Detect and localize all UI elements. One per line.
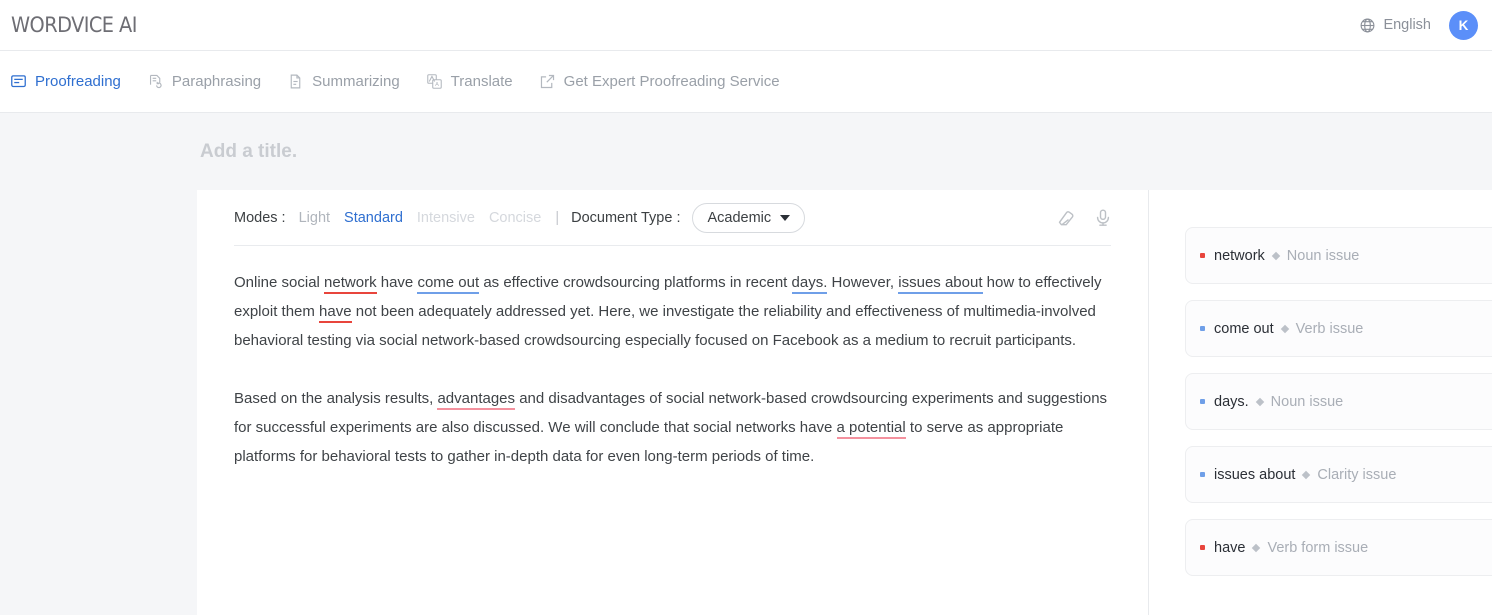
suggestion-issue: Verb issue	[1296, 321, 1364, 337]
tab-label: Get Expert Proofreading Service	[564, 73, 780, 90]
severity-dot-icon	[1200, 545, 1205, 550]
paraphrasing-icon	[147, 73, 164, 90]
proofreading-icon	[10, 73, 27, 90]
suggestion-issue: Clarity issue	[1317, 467, 1396, 483]
document-body[interactable]: Online social network have come out as e…	[197, 246, 1148, 471]
suggestion-word: days.	[1214, 394, 1249, 410]
app-header: WORDVICE AI English K	[0, 0, 1492, 51]
severity-dot-icon	[1200, 253, 1205, 258]
tab-label: Summarizing	[312, 73, 400, 90]
tab-label: Translate	[451, 73, 513, 90]
mode-light[interactable]: Light	[299, 210, 330, 226]
suggestion-card[interactable]: have Verb form issue	[1185, 519, 1492, 576]
issue-have[interactable]: have	[319, 303, 352, 323]
suggestion-issue: Verb form issue	[1267, 540, 1368, 556]
diamond-separator-icon	[1272, 251, 1280, 259]
toolbar-icons	[1056, 208, 1113, 228]
doctype-dropdown[interactable]: Academic	[692, 203, 805, 233]
diamond-separator-icon	[1280, 324, 1288, 332]
tab-label: Paraphrasing	[172, 73, 261, 90]
issue-issues-about[interactable]: issues about	[898, 274, 982, 294]
text-run: However,	[827, 274, 898, 291]
diamond-separator-icon	[1255, 397, 1263, 405]
suggestions-panel: network Noun issue come out Verb issue d…	[1149, 190, 1492, 615]
language-selector[interactable]: English	[1359, 17, 1431, 34]
diamond-separator-icon	[1252, 543, 1260, 551]
mode-concise[interactable]: Concise	[489, 210, 541, 226]
language-label: English	[1383, 17, 1431, 33]
text-run: as effective crowdsourcing platforms in …	[479, 274, 791, 291]
suggestion-card[interactable]: network Noun issue	[1185, 227, 1492, 284]
tab-expert-service[interactable]: Get Expert Proofreading Service	[537, 69, 782, 94]
editor-toolbar: Modes : Light Standard Intensive Concise…	[197, 190, 1148, 245]
issue-days[interactable]: days.	[792, 274, 828, 294]
text-run: have	[377, 274, 418, 291]
issue-advantages[interactable]: advantages	[437, 390, 515, 410]
suggestion-word: have	[1214, 540, 1245, 556]
suggestion-word: come out	[1214, 321, 1274, 337]
diamond-separator-icon	[1302, 470, 1310, 478]
issue-network[interactable]: network	[324, 274, 377, 294]
header-actions: English K	[1359, 11, 1478, 40]
wordvice-logo[interactable]: WORDVICE AI	[11, 13, 137, 37]
tab-translate[interactable]: A Translate	[424, 69, 515, 94]
feature-tabbar: Proofreading Paraphrasing	[0, 51, 1492, 113]
issue-a-potential[interactable]: a potential	[837, 419, 906, 439]
suggestion-issue: Noun issue	[1271, 394, 1344, 410]
severity-dot-icon	[1200, 326, 1205, 331]
suggestion-issue: Noun issue	[1287, 248, 1360, 264]
doctype-value: Academic	[707, 210, 771, 226]
eraser-icon[interactable]	[1056, 208, 1076, 228]
app-root: WORDVICE AI English K	[0, 0, 1492, 615]
tab-paraphrasing[interactable]: Paraphrasing	[145, 69, 263, 94]
suggestion-card[interactable]: days. Noun issue	[1185, 373, 1492, 430]
translate-icon: A	[426, 73, 443, 90]
paragraph-1: Online social network have come out as e…	[234, 268, 1111, 355]
modes-label: Modes :	[234, 210, 286, 226]
suggestion-card[interactable]: come out Verb issue	[1185, 300, 1492, 357]
title-row: Add a title.	[0, 113, 1492, 190]
severity-dot-icon	[1200, 399, 1205, 404]
external-link-icon	[539, 73, 556, 90]
doctype-label: Document Type :	[571, 210, 680, 226]
summarizing-icon	[287, 73, 304, 90]
paragraph-2: Based on the analysis results, advantage…	[234, 384, 1111, 471]
text-run: not been adequately addressed yet. Here,…	[234, 303, 1096, 349]
chevron-down-icon	[780, 215, 790, 221]
tab-label: Proofreading	[35, 73, 121, 90]
tab-summarizing[interactable]: Summarizing	[285, 69, 402, 94]
microphone-icon[interactable]	[1093, 208, 1113, 228]
title-input[interactable]: Add a title.	[200, 141, 297, 163]
editor-card: Modes : Light Standard Intensive Concise…	[197, 190, 1148, 615]
text-run: Online social	[234, 274, 324, 291]
suggestion-word: issues about	[1214, 467, 1295, 483]
suggestion-word: network	[1214, 248, 1265, 264]
toolbar-separator: |	[555, 210, 559, 226]
issue-come-out[interactable]: come out	[417, 274, 479, 294]
mode-standard[interactable]: Standard	[344, 210, 403, 226]
tab-proofreading[interactable]: Proofreading	[8, 69, 123, 94]
severity-dot-icon	[1200, 472, 1205, 477]
globe-icon	[1359, 17, 1376, 34]
mode-intensive[interactable]: Intensive	[417, 210, 475, 226]
text-run: Based on the analysis results,	[234, 390, 437, 407]
svg-text:A: A	[435, 82, 439, 88]
avatar[interactable]: K	[1449, 11, 1478, 40]
suggestion-card[interactable]: issues about Clarity issue	[1185, 446, 1492, 503]
